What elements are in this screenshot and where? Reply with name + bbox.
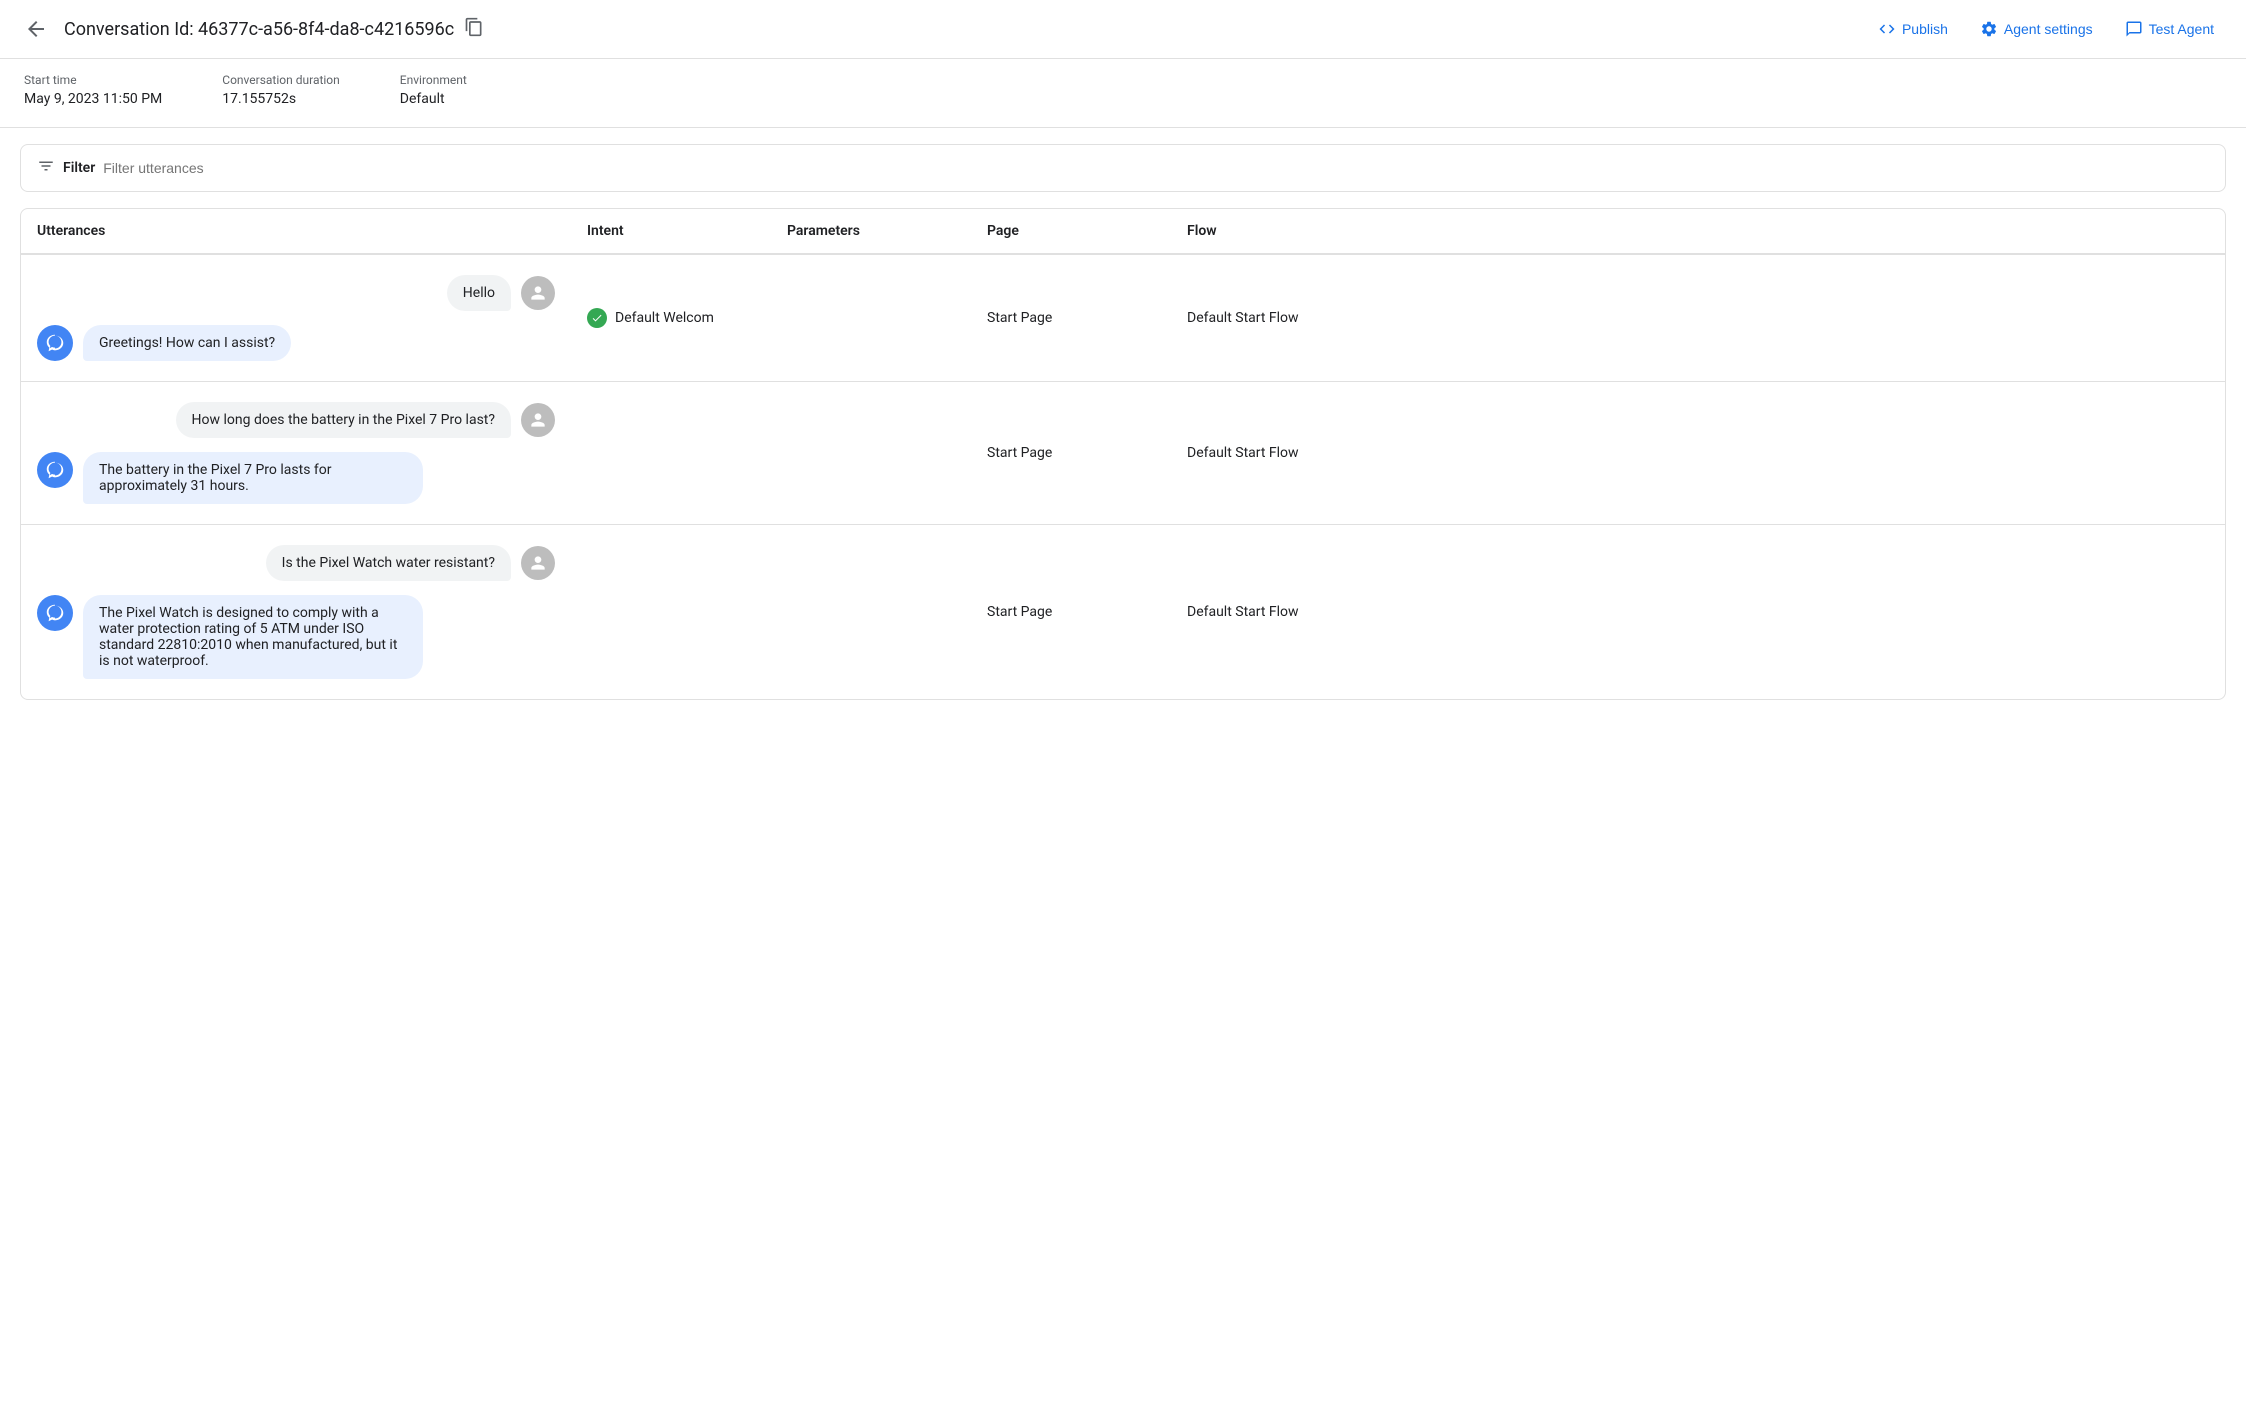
user-avatar-2 <box>521 546 555 580</box>
filter-bar: Filter <box>20 144 2226 192</box>
agent-bubble-1: The battery in the Pixel 7 Pro lasts for… <box>83 452 423 504</box>
table-row: Hello Greetings! How can I assist? <box>21 255 2225 382</box>
flow-cell-1: Default Start Flow <box>1171 429 2225 477</box>
meta-duration: Conversation duration 17.155752s <box>222 73 340 107</box>
user-message-0: Hello <box>37 275 555 311</box>
meta-environment: Environment Default <box>400 73 467 107</box>
agent-message-0: Greetings! How can I assist? <box>37 325 555 361</box>
filter-label: Filter <box>63 160 95 176</box>
conversation-table: Utterances Intent Parameters Page Flow H… <box>20 208 2226 700</box>
table-row: Is the Pixel Watch water resistant? The … <box>21 525 2225 699</box>
col-flow: Flow <box>1171 209 2225 253</box>
page-title: Conversation Id: 46377c-a56-8f4-da8-c421… <box>64 17 1854 42</box>
publish-button[interactable]: Publish <box>1866 12 1960 46</box>
intent-cell-1 <box>571 437 771 469</box>
user-bubble-1: How long does the battery in the Pixel 7… <box>176 402 511 438</box>
filter-input[interactable] <box>103 160 2209 176</box>
meta-start-time: Start time May 9, 2023 11:50 PM <box>24 73 162 107</box>
agent-avatar-0 <box>37 325 73 361</box>
chat-container-1: How long does the battery in the Pixel 7… <box>37 402 555 504</box>
user-avatar-0 <box>521 276 555 310</box>
chat-container-2: Is the Pixel Watch water resistant? The … <box>37 545 555 679</box>
page-cell-0: Start Page <box>971 294 1171 342</box>
table-row: How long does the battery in the Pixel 7… <box>21 382 2225 525</box>
table-header: Utterances Intent Parameters Page Flow <box>21 209 2225 255</box>
parameters-cell-1 <box>771 437 971 469</box>
user-message-2: Is the Pixel Watch water resistant? <box>37 545 555 581</box>
back-button[interactable] <box>20 13 52 45</box>
copy-icon[interactable] <box>464 17 484 42</box>
utterances-cell-0: Hello Greetings! How can I assist? <box>21 255 571 381</box>
agent-avatar-2 <box>37 595 73 631</box>
col-intent: Intent <box>571 209 771 253</box>
flow-cell-2: Default Start Flow <box>1171 588 2225 636</box>
agent-message-1: The battery in the Pixel 7 Pro lasts for… <box>37 452 555 504</box>
header-actions: Publish Agent settings Test Agent <box>1866 12 2226 46</box>
intent-check-icon-0 <box>587 308 607 328</box>
intent-cell-2 <box>571 596 771 628</box>
test-agent-button[interactable]: Test Agent <box>2113 12 2226 46</box>
header: Conversation Id: 46377c-a56-8f4-da8-c421… <box>0 0 2246 59</box>
user-bubble-0: Hello <box>447 275 511 311</box>
agent-bubble-2: The Pixel Watch is designed to comply wi… <box>83 595 423 679</box>
intent-cell-0: Default Welcom <box>571 292 771 344</box>
page-cell-2: Start Page <box>971 588 1171 636</box>
parameters-cell-2 <box>771 596 971 628</box>
chat-container-0: Hello Greetings! How can I assist? <box>37 275 555 361</box>
meta-bar: Start time May 9, 2023 11:50 PM Conversa… <box>0 59 2246 128</box>
user-message-1: How long does the battery in the Pixel 7… <box>37 402 555 438</box>
flow-cell-0: Default Start Flow <box>1171 294 2225 342</box>
col-page: Page <box>971 209 1171 253</box>
col-parameters: Parameters <box>771 209 971 253</box>
utterances-cell-1: How long does the battery in the Pixel 7… <box>21 382 571 524</box>
col-utterances: Utterances <box>21 209 571 253</box>
user-bubble-2: Is the Pixel Watch water resistant? <box>266 545 511 581</box>
user-avatar-1 <box>521 403 555 437</box>
agent-settings-button[interactable]: Agent settings <box>1968 12 2105 46</box>
agent-bubble-0: Greetings! How can I assist? <box>83 325 291 361</box>
filter-icon <box>37 157 55 179</box>
parameters-cell-0 <box>771 302 971 334</box>
agent-avatar-1 <box>37 452 73 488</box>
agent-message-2: The Pixel Watch is designed to comply wi… <box>37 595 555 679</box>
page-cell-1: Start Page <box>971 429 1171 477</box>
utterances-cell-2: Is the Pixel Watch water resistant? The … <box>21 525 571 699</box>
